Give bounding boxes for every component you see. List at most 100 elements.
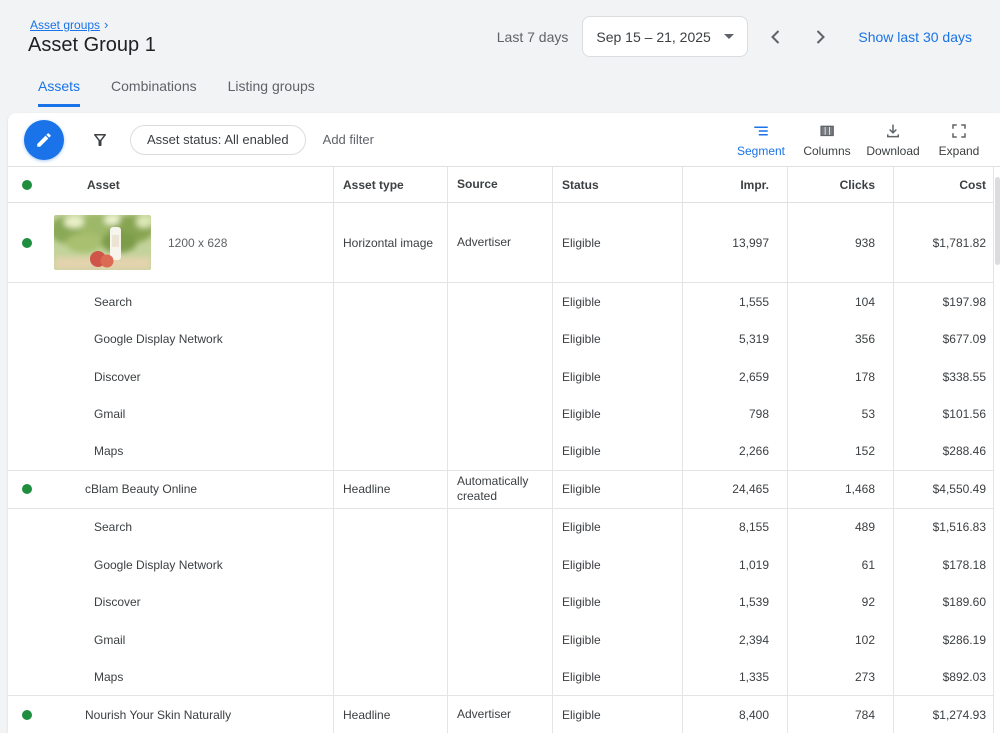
table-row: SearchEligible8,155489$1,516.83 — [8, 509, 1000, 547]
asset-status-filter-chip[interactable]: Asset status: All enabled — [130, 125, 306, 155]
filter-button[interactable] — [91, 131, 109, 149]
cost-cell: $892.03 — [893, 659, 993, 696]
impressions-cell: 8,400 — [682, 696, 787, 733]
show-last-30-days-link[interactable]: Show last 30 days — [858, 29, 972, 45]
status-dot-icon — [22, 180, 32, 190]
next-period-button[interactable] — [808, 25, 832, 49]
table-body: 1200 x 628Horizontal imageAdvertiserElig… — [8, 203, 1000, 733]
column-header-source[interactable]: Source — [447, 167, 552, 202]
impressions-cell: 5,319 — [682, 321, 787, 359]
previous-period-button[interactable] — [764, 25, 788, 49]
breadcrumb-link[interactable]: Asset groups — [30, 18, 100, 32]
table-row: Maps Eligible1,335273$892.03 — [8, 659, 1000, 697]
asset-type-cell: Headline — [333, 696, 447, 733]
tab-listing-groups[interactable]: Listing groups — [228, 78, 315, 107]
scrollbar-thumb[interactable] — [995, 177, 1000, 265]
status-cell: Eligible — [552, 396, 682, 434]
action-label: Segment — [737, 144, 785, 158]
clicks-cell: 152 — [787, 433, 893, 470]
clicks-cell: 489 — [787, 509, 893, 547]
asset-label: Gmail — [94, 407, 125, 421]
source-cell — [447, 546, 552, 584]
asset-label: Discover — [94, 595, 141, 609]
date-range-picker[interactable]: Sep 15 – 21, 2025 — [582, 16, 748, 57]
cost-cell: $677.09 — [893, 321, 993, 359]
edit-button[interactable] — [24, 120, 64, 160]
asset-type-cell — [333, 621, 447, 659]
date-controls: Last 7 days Sep 15 – 21, 2025 Show last … — [497, 16, 972, 57]
asset-cell: cBlam Beauty Online — [8, 471, 333, 508]
impressions-cell: 1,539 — [682, 584, 787, 622]
action-label: Expand — [939, 144, 980, 158]
download-button[interactable]: Download — [860, 122, 926, 158]
status-cell: Eligible — [552, 621, 682, 659]
asset-type-cell — [333, 584, 447, 622]
source-cell — [447, 509, 552, 547]
pencil-icon — [35, 131, 53, 149]
column-header-asset-type[interactable]: Asset type — [333, 167, 447, 202]
cost-cell: $197.98 — [893, 283, 993, 321]
impressions-cell: 1,019 — [682, 546, 787, 584]
date-preset-label: Last 7 days — [497, 29, 569, 45]
impressions-cell: 798 — [682, 396, 787, 434]
source-cell: Automatically created — [447, 471, 552, 508]
status-cell: Eligible — [552, 471, 682, 508]
column-header-impr-[interactable]: Impr. — [682, 167, 787, 202]
status-cell: Eligible — [552, 696, 682, 733]
status-dot-icon[interactable] — [22, 484, 32, 494]
column-header-clicks[interactable]: Clicks — [787, 167, 893, 202]
asset-label: Gmail — [94, 633, 125, 647]
table-row: GmailEligible79853$101.56 — [8, 396, 1000, 434]
cost-cell: $189.60 — [893, 584, 993, 622]
impressions-cell: 13,997 — [682, 203, 787, 282]
asset-label: Google Display Network — [94, 332, 223, 346]
asset-cell: Maps — [8, 433, 333, 470]
vertical-scrollbar[interactable] — [993, 167, 1000, 733]
column-header-asset[interactable]: Asset — [8, 167, 333, 202]
column-header-status[interactable]: Status — [552, 167, 682, 202]
clicks-cell: 273 — [787, 659, 893, 696]
asset-type-cell — [333, 546, 447, 584]
action-label: Columns — [803, 144, 850, 158]
status-cell: Eligible — [552, 358, 682, 396]
date-range-value: Sep 15 – 21, 2025 — [596, 29, 710, 45]
asset-thumbnail[interactable] — [54, 215, 151, 270]
table-header-row: AssetAsset typeSourceStatusImpr.ClicksCo… — [8, 167, 1000, 203]
action-label: Download — [866, 144, 919, 158]
column-header-cost[interactable]: Cost — [893, 167, 993, 202]
columns-button[interactable]: Columns — [794, 122, 860, 158]
toolbar: Asset status: All enabled Add filter Seg… — [8, 113, 1000, 167]
tab-assets[interactable]: Assets — [38, 78, 80, 107]
segment-icon — [752, 122, 770, 140]
status-cell: Eligible — [552, 546, 682, 584]
source-cell — [447, 283, 552, 321]
clicks-cell: 356 — [787, 321, 893, 359]
table-actions: Segment Columns Download Expand — [728, 122, 1000, 158]
segment-button[interactable]: Segment — [728, 122, 794, 158]
table-row: 1200 x 628Horizontal imageAdvertiserElig… — [8, 203, 1000, 283]
expand-button[interactable]: Expand — [926, 122, 992, 158]
asset-label: Maps — [94, 444, 123, 458]
clicks-cell: 178 — [787, 358, 893, 396]
tab-combinations[interactable]: Combinations — [111, 78, 197, 107]
asset-cell: Nourish Your Skin Naturally — [8, 696, 333, 733]
asset-type-cell — [333, 433, 447, 470]
table-row: Google Display NetworkEligible1,01961$17… — [8, 546, 1000, 584]
asset-cell: Gmail — [8, 621, 333, 659]
status-dot-icon[interactable] — [22, 238, 32, 248]
impressions-cell: 1,335 — [682, 659, 787, 696]
impressions-cell: 8,155 — [682, 509, 787, 547]
impressions-cell: 1,555 — [682, 283, 787, 321]
asset-label: Search — [94, 520, 132, 534]
cost-cell: $338.55 — [893, 358, 993, 396]
asset-cell: Maps — [8, 659, 333, 696]
table-row: Nourish Your Skin NaturallyHeadlineAdver… — [8, 696, 1000, 733]
asset-cell: Discover — [8, 584, 333, 622]
status-cell: Eligible — [552, 659, 682, 696]
source-cell — [447, 584, 552, 622]
cost-cell: $1,781.82 — [893, 203, 993, 282]
asset-type-cell — [333, 396, 447, 434]
status-dot-icon[interactable] — [22, 710, 32, 720]
add-filter-button[interactable]: Add filter — [323, 132, 374, 147]
chevron-down-icon — [724, 34, 734, 39]
